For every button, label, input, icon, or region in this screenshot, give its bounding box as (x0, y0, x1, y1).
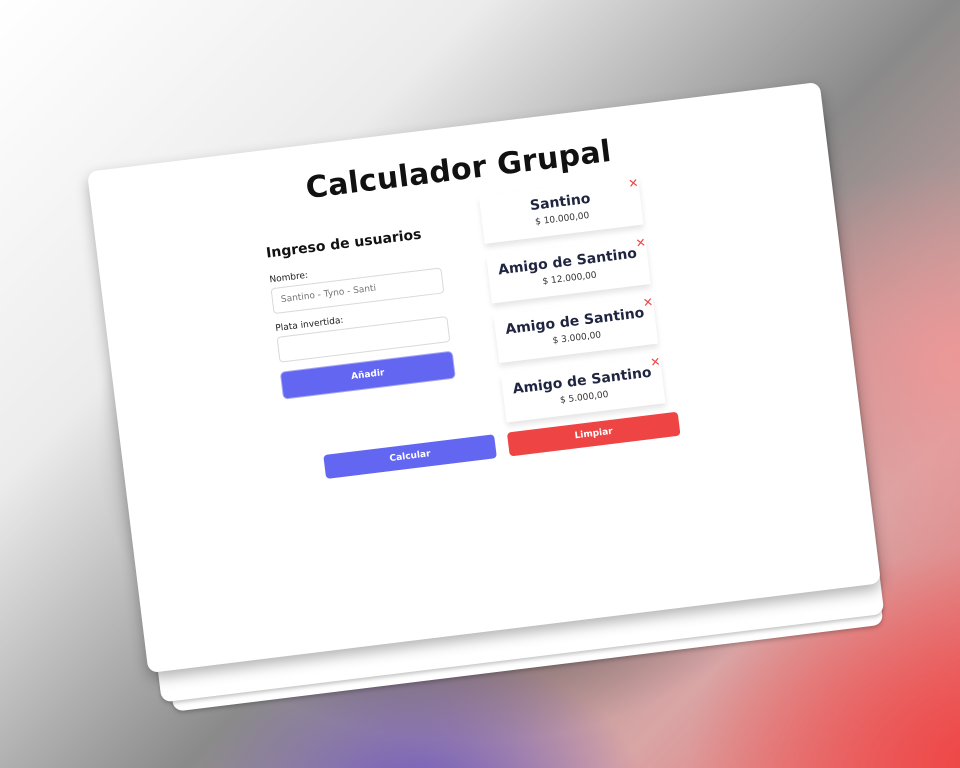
remove-user-button[interactable]: ✕ (628, 176, 640, 191)
page-title: Calculador Grupal (303, 133, 614, 207)
list-item: Amigo de Santino $ 3.000,00 ✕ (493, 295, 659, 364)
list-item: Santino $ 10.000,00 ✕ (478, 176, 644, 244)
user-list: Santino $ 10.000,00 ✕ Amigo de Santino $… (478, 176, 677, 435)
calculate-button[interactable]: Calcular (323, 434, 497, 479)
remove-user-button[interactable]: ✕ (642, 295, 654, 310)
list-item: Amigo de Santino $ 12.000,00 ✕ (486, 235, 651, 304)
remove-user-button[interactable]: ✕ (635, 235, 647, 250)
main-card: Calculador Grupal Ingreso de usuarios No… (86, 81, 882, 674)
user-entry-form: Ingreso de usuarios Nombre: Plata invert… (265, 223, 472, 399)
list-item: Amigo de Santino $ 5.000,00 ✕ (500, 354, 666, 423)
remove-user-button[interactable]: ✕ (650, 354, 662, 369)
